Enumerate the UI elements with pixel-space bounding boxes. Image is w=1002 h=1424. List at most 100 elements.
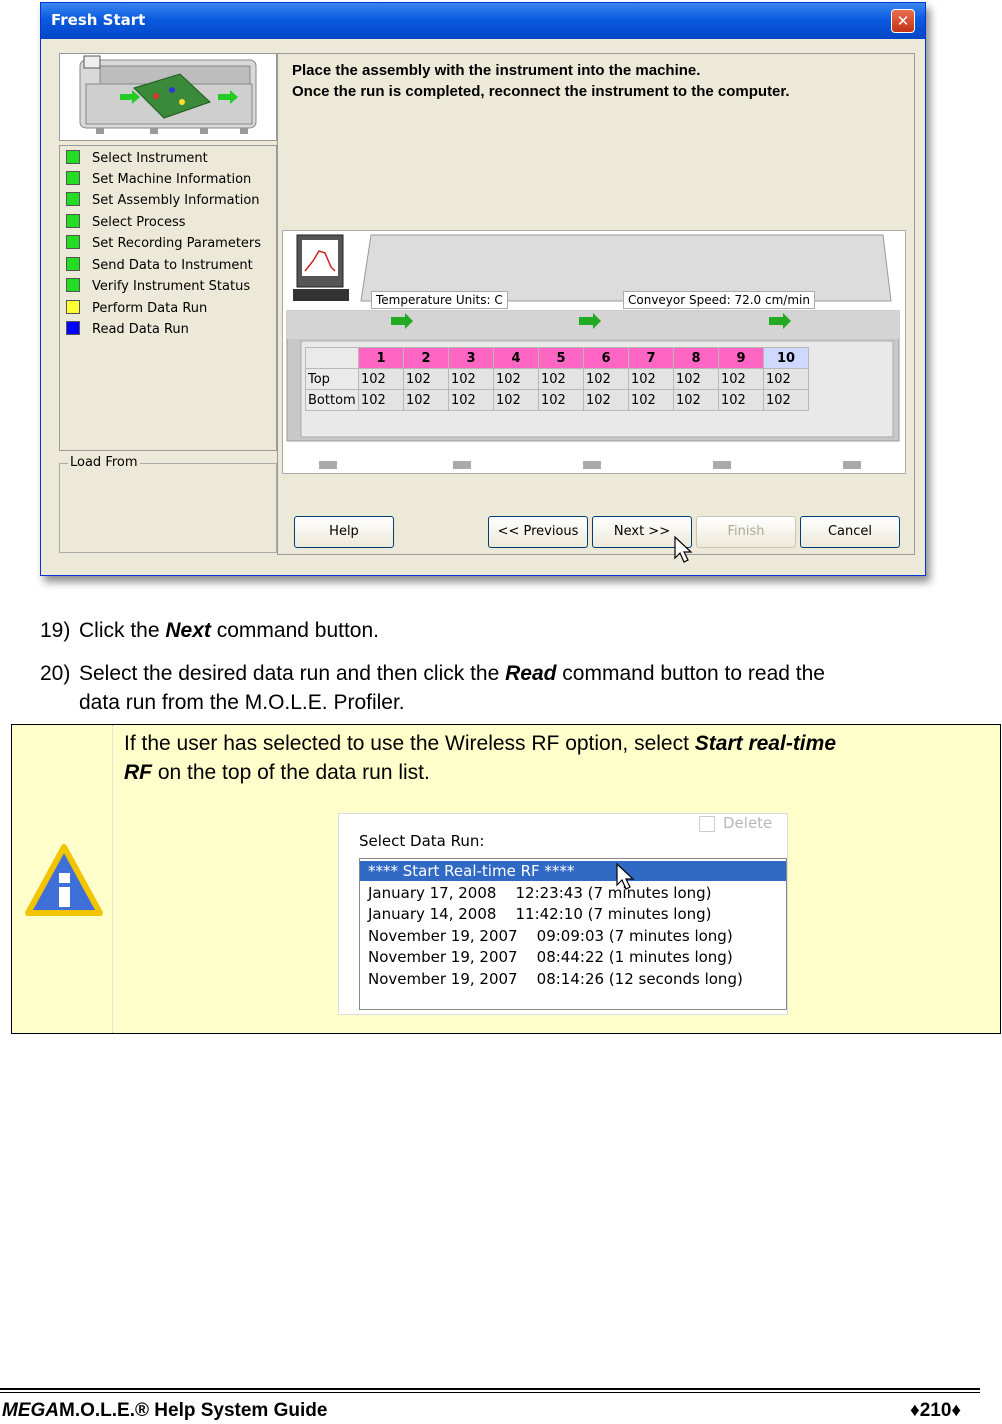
- bottom-value[interactable]: 102: [673, 389, 719, 411]
- bottom-value[interactable]: 102: [403, 389, 449, 411]
- status-square: [66, 257, 80, 271]
- step-set-assembly-information: Set Assembly Information: [66, 192, 260, 210]
- footer-guide-title: MEGAM.O.L.E.® Help System Guide: [2, 1400, 328, 1421]
- top-value[interactable]: 102: [538, 368, 584, 390]
- zone-header: 6: [583, 347, 629, 369]
- list-item[interactable]: January 17, 2008 12:23:43 (7 minutes lon…: [360, 883, 786, 903]
- footer-rule: [0, 1388, 980, 1390]
- status-square: [66, 300, 80, 314]
- step-set-machine-information: Set Machine Information: [66, 171, 251, 189]
- list-item[interactable]: November 19, 2007 08:14:26 (12 seconds l…: [360, 969, 786, 989]
- step-19: 19) Click the Next command button.: [40, 619, 379, 642]
- step-select-instrument: Select Instrument: [66, 150, 208, 168]
- data-run-list: **** Start Real-time RF **** January 17,…: [359, 858, 787, 1010]
- status-square: [66, 321, 80, 335]
- footer-rule: [0, 1392, 980, 1393]
- bottom-value[interactable]: 102: [718, 389, 764, 411]
- delete-label: Delete: [723, 814, 773, 832]
- select-data-run-panel: Select Data Run: Delete **** Start Real-…: [338, 813, 788, 1015]
- finish-button[interactable]: Finish: [696, 516, 796, 548]
- top-value[interactable]: 102: [583, 368, 629, 390]
- top-value[interactable]: 102: [493, 368, 539, 390]
- conveyor-speed-readout: Conveyor Speed: 72.0 cm/min: [623, 291, 815, 309]
- help-button[interactable]: Help: [294, 516, 394, 548]
- status-square: [66, 214, 80, 228]
- bottom-value[interactable]: 102: [763, 389, 809, 411]
- step-verify-instrument-status: Verify Instrument Status: [66, 278, 250, 296]
- previous-button[interactable]: << Previous: [488, 516, 588, 548]
- note-icon-cell: [12, 725, 113, 1033]
- cancel-button[interactable]: Cancel: [800, 516, 900, 548]
- bottom-value[interactable]: 102: [448, 389, 494, 411]
- zone-temperature-table: 1 2 3 4 5 6 7 8 9 10 Top 102 102 102 102: [305, 347, 809, 411]
- bottom-value[interactable]: 102: [493, 389, 539, 411]
- close-icon: ✕: [896, 12, 910, 30]
- note-text: If the user has selected to use the Wire…: [124, 732, 836, 784]
- list-item[interactable]: November 19, 2007 08:44:22 (1 minutes lo…: [360, 947, 786, 967]
- page-number: ♦210♦: [910, 1400, 962, 1421]
- list-item[interactable]: November 19, 2007 09:09:03 (7 minutes lo…: [360, 926, 786, 946]
- temperature-units-readout: Temperature Units: C: [371, 291, 508, 309]
- status-square: [66, 150, 80, 164]
- status-square: [66, 192, 80, 206]
- step-20: 20) Select the desired data run and then…: [40, 662, 825, 714]
- close-button[interactable]: ✕: [891, 9, 915, 33]
- top-value[interactable]: 102: [358, 368, 404, 390]
- zone-header: 2: [403, 347, 449, 369]
- wizard-steps-list: Select Instrument Set Machine Informatio…: [59, 145, 277, 451]
- step-send-data-to-instrument: Send Data to Instrument: [66, 257, 253, 275]
- step-select-process: Select Process: [66, 214, 186, 232]
- status-square: [66, 235, 80, 249]
- top-value[interactable]: 102: [673, 368, 719, 390]
- delete-checkbox[interactable]: [699, 816, 715, 832]
- top-value[interactable]: 102: [448, 368, 494, 390]
- status-square: [66, 171, 80, 185]
- wizard-right-pane: Place the assembly with the instrument i…: [277, 53, 915, 563]
- top-value[interactable]: 102: [718, 368, 764, 390]
- top-value[interactable]: 102: [763, 368, 809, 390]
- load-from-group: Load From: [59, 455, 277, 553]
- top-value[interactable]: 102: [628, 368, 674, 390]
- zone-header: 9: [718, 347, 764, 369]
- zone-header: 1: [358, 347, 404, 369]
- bottom-value[interactable]: 102: [358, 389, 404, 411]
- table-row: Top 102 102 102 102 102 102 102 102 102 …: [305, 368, 809, 390]
- list-item[interactable]: January 14, 2008 11:42:10 (7 minutes lon…: [360, 904, 786, 924]
- step-set-recording-parameters: Set Recording Parameters: [66, 235, 261, 253]
- bottom-value[interactable]: 102: [538, 389, 584, 411]
- reflow-oven-image: [79, 55, 257, 134]
- read-emphasis: Read: [505, 662, 557, 685]
- information-icon: [25, 844, 103, 916]
- zone-header-row: 1 2 3 4 5 6 7 8 9 10: [305, 347, 809, 369]
- row-label-top: Top: [305, 368, 359, 390]
- table-row: Bottom 102 102 102 102 102 102 102 102 1…: [305, 389, 809, 411]
- top-value[interactable]: 102: [403, 368, 449, 390]
- zone-header: 5: [538, 347, 584, 369]
- zone-header: 10: [763, 347, 809, 369]
- row-label-bottom: Bottom: [305, 389, 359, 411]
- instruction-text: Place the assembly with the instrument i…: [292, 62, 790, 100]
- mouse-cursor-icon: [674, 536, 693, 563]
- list-item[interactable]: **** Start Real-time RF ****: [360, 861, 786, 881]
- bottom-value[interactable]: 102: [628, 389, 674, 411]
- step-read-data-run: Read Data Run: [66, 321, 189, 339]
- step-perform-data-run: Perform Data Run: [66, 300, 207, 318]
- info-note-box: If the user has selected to use the Wire…: [11, 724, 1001, 1034]
- wizard-button-row: Help << Previous Next >> Finish Cancel: [282, 516, 908, 563]
- mouse-cursor-icon: [616, 863, 635, 890]
- oven-panel: Temperature Units: C Conveyor Speed: 72.…: [282, 230, 906, 474]
- status-square: [66, 278, 80, 292]
- wizard-left-pane: Select Instrument Set Machine Informatio…: [59, 53, 277, 553]
- next-emphasis: Next: [165, 619, 211, 642]
- dialog-title: Fresh Start: [51, 11, 146, 29]
- load-from-label: Load From: [68, 455, 140, 470]
- table-corner: [305, 347, 359, 369]
- zone-header: 3: [448, 347, 494, 369]
- machine-thumbnail: [59, 53, 277, 141]
- bottom-value[interactable]: 102: [583, 389, 629, 411]
- zone-header: 7: [628, 347, 674, 369]
- zone-header: 8: [673, 347, 719, 369]
- fresh-start-dialog: Fresh Start ✕ Select Instrument Set Mach…: [40, 2, 926, 576]
- select-data-run-label: Select Data Run:: [359, 832, 485, 850]
- zone-header: 4: [493, 347, 539, 369]
